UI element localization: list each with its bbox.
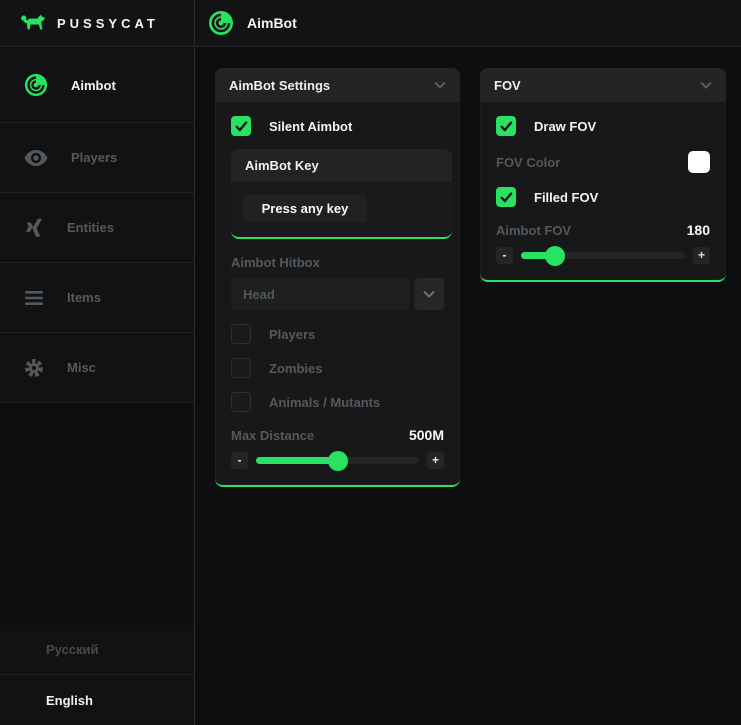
sidebar-item-items[interactable]: Items	[0, 263, 194, 333]
aimbot-fov-increment-button[interactable]: +	[693, 247, 710, 264]
panel-title: AimBot Settings	[229, 78, 330, 93]
silent-aimbot-checkbox-row[interactable]: Silent Aimbot	[231, 116, 444, 136]
sidebar-item-label: Misc	[67, 360, 96, 375]
press-any-key-button[interactable]: Press any key	[243, 195, 367, 222]
aim-icon	[24, 73, 48, 97]
sidebar: Aimbot Players Entities Items	[0, 48, 195, 725]
checkbox[interactable]	[231, 392, 251, 412]
eye-icon	[24, 150, 48, 166]
check-icon	[500, 121, 513, 132]
checkbox-label: Animals / Mutants	[269, 395, 380, 410]
aimbot-key-label: AimBot Key	[231, 149, 452, 182]
checkbox-label: Draw FOV	[534, 119, 596, 134]
sidebar-item-players[interactable]: Players	[0, 123, 194, 193]
brand: PUSSYCAT	[0, 0, 195, 46]
brand-name: PUSSYCAT	[57, 16, 159, 31]
aimbot-fov-decrement-button[interactable]: -	[496, 247, 513, 264]
list-icon	[24, 290, 44, 306]
zombies-checkbox-row[interactable]: Zombies	[231, 358, 444, 378]
hitbox-select-row: Head	[231, 278, 444, 310]
animals-mutants-checkbox-row[interactable]: Animals / Mutants	[231, 392, 444, 412]
language-russian[interactable]: Русский	[0, 625, 194, 675]
aim-icon	[208, 10, 234, 36]
aimbot-key-group: AimBot Key Press any key	[231, 149, 452, 239]
aimbot-settings-panel: AimBot Settings Silent Aimbot AimBot Key…	[215, 68, 460, 487]
aimbot-fov-slider[interactable]	[521, 252, 685, 259]
sidebar-item-label: Players	[71, 150, 117, 165]
checkbox-label: Zombies	[269, 361, 322, 376]
page-title-bar: AimBot	[195, 0, 297, 46]
fov-panel: FOV Draw FOV FOV Color Filled FOV Aimbot…	[480, 68, 726, 282]
entities-icon	[24, 218, 44, 238]
hitbox-select[interactable]: Head	[231, 278, 410, 310]
players-checkbox-row[interactable]: Players	[231, 324, 444, 344]
max-distance-value: 500M	[409, 427, 444, 443]
fov-color-row: FOV Color	[496, 151, 710, 173]
checkbox[interactable]	[496, 187, 516, 207]
draw-fov-checkbox-row[interactable]: Draw FOV	[496, 116, 710, 136]
aimbot-fov-value: 180	[687, 222, 710, 238]
page-title: AimBot	[247, 15, 297, 31]
slider-thumb[interactable]	[545, 246, 565, 266]
aimbot-fov-block: Aimbot FOV 180 - +	[496, 222, 710, 280]
checkbox[interactable]	[231, 116, 251, 136]
cat-icon	[20, 13, 47, 33]
hitbox-label: Aimbot Hitbox	[231, 255, 444, 270]
hitbox-select-dropdown-button[interactable]	[414, 278, 444, 310]
max-distance-label: Max Distance	[231, 428, 314, 443]
top-bar: PUSSYCAT AimBot	[0, 0, 741, 47]
checkbox[interactable]	[231, 324, 251, 344]
fov-color-label: FOV Color	[496, 155, 560, 170]
max-distance-block: Max Distance 500M - +	[231, 427, 444, 485]
max-distance-slider[interactable]	[256, 457, 419, 464]
slider-thumb[interactable]	[328, 451, 348, 471]
fov-color-swatch[interactable]	[688, 151, 710, 173]
fov-header[interactable]: FOV	[480, 68, 726, 102]
checkbox[interactable]	[496, 116, 516, 136]
check-icon	[500, 192, 513, 203]
chevron-down-icon	[423, 290, 435, 298]
checkbox-label: Filled FOV	[534, 190, 598, 205]
sidebar-spacer	[0, 403, 194, 625]
check-icon	[235, 121, 248, 132]
sidebar-item-misc[interactable]: Misc	[0, 333, 194, 403]
sidebar-item-label: Items	[67, 290, 101, 305]
panel-title: FOV	[494, 78, 521, 93]
sidebar-item-aimbot[interactable]: Aimbot	[0, 48, 194, 123]
gear-icon	[24, 358, 44, 378]
sidebar-item-label: Aimbot	[71, 78, 116, 93]
sidebar-item-label: Entities	[67, 220, 114, 235]
slider-fill	[256, 457, 338, 464]
language-english[interactable]: English	[0, 675, 194, 725]
aimbot-fov-label: Aimbot FOV	[496, 223, 571, 238]
filled-fov-checkbox-row[interactable]: Filled FOV	[496, 187, 710, 207]
chevron-down-icon	[434, 81, 446, 89]
checkbox[interactable]	[231, 358, 251, 378]
aimbot-settings-header[interactable]: AimBot Settings	[215, 68, 460, 102]
max-distance-decrement-button[interactable]: -	[231, 452, 248, 469]
chevron-down-icon	[700, 81, 712, 89]
max-distance-increment-button[interactable]: +	[427, 452, 444, 469]
sidebar-item-entities[interactable]: Entities	[0, 193, 194, 263]
checkbox-label: Players	[269, 327, 315, 342]
checkbox-label: Silent Aimbot	[269, 119, 352, 134]
